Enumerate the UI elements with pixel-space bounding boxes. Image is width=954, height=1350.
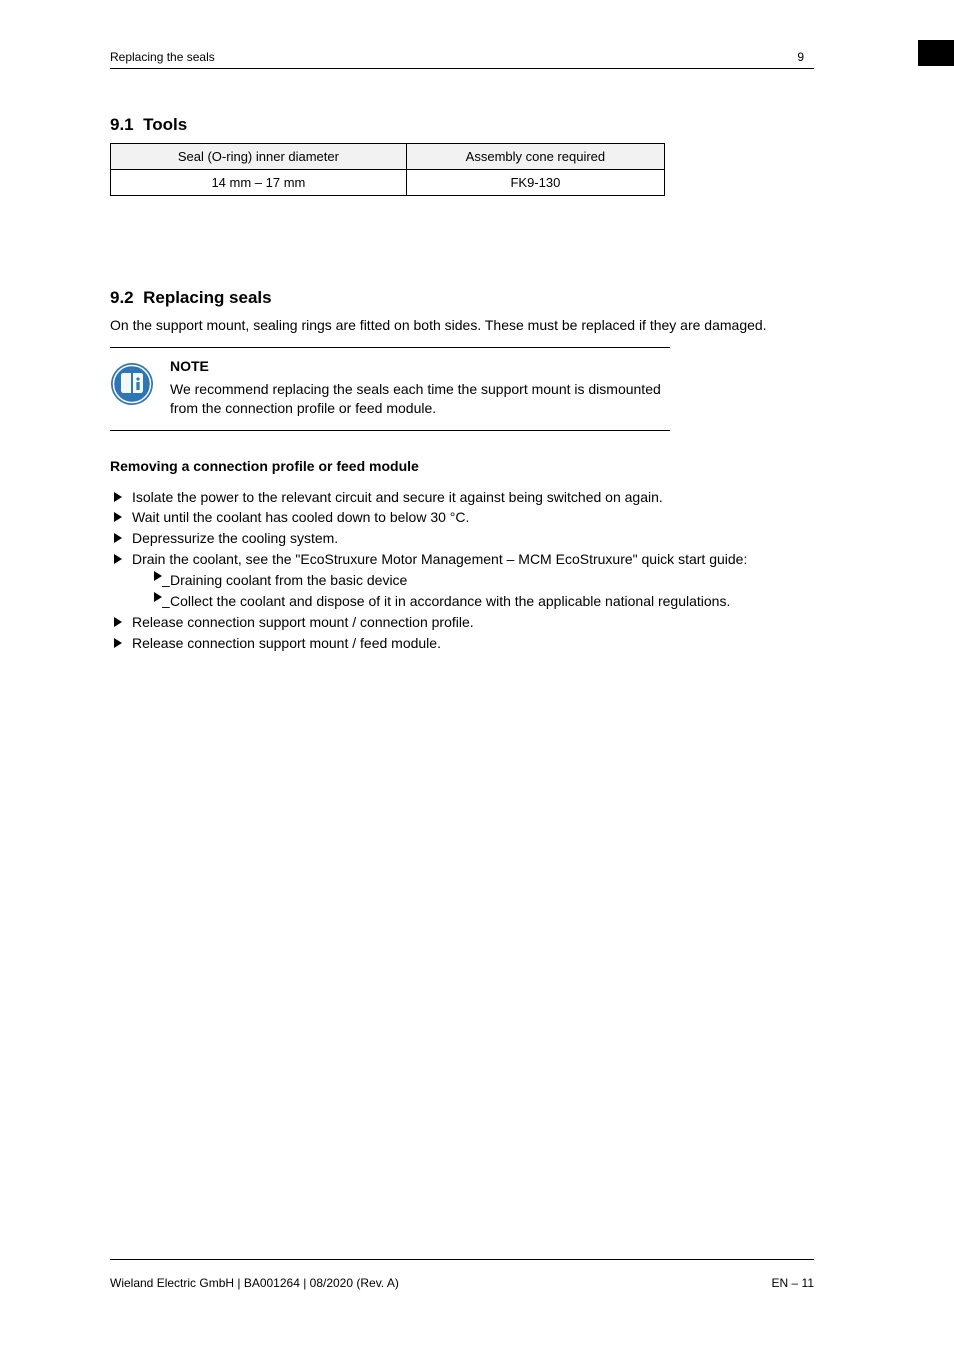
footer-right: EN – 11: [772, 1276, 814, 1290]
tools-table: Seal (O-ring) inner diameter Assembly co…: [110, 143, 665, 196]
list-item: Drain the coolant, see the "EcoStruxure …: [110, 550, 799, 611]
section-9-2-heading: 9.2 Replacing seals: [110, 288, 799, 308]
page-tab: [918, 40, 954, 66]
list-item: Collect the coolant and dispose of it in…: [154, 592, 799, 611]
table-header: Assembly cone required: [406, 144, 664, 170]
header-left: Replacing the seals: [110, 50, 215, 64]
table-cell: 14 mm – 17 mm: [111, 170, 407, 196]
note-title: NOTE: [170, 358, 209, 374]
list-item: Depressurize the cooling system.: [110, 529, 799, 548]
list-item: Release connection support mount / conne…: [110, 613, 799, 632]
table-row: 14 mm – 17 mm FK9-130: [111, 170, 665, 196]
running-footer: Wieland Electric GmbH | BA001264 | 08/20…: [110, 1276, 814, 1290]
procedure-list: Isolate the power to the relevant circui…: [110, 488, 799, 653]
note-text: We recommend replacing the seals each ti…: [170, 380, 670, 418]
list-item: Draining coolant from the basic device: [154, 571, 799, 590]
header-right: 9: [797, 50, 804, 64]
list-item: Isolate the power to the relevant circui…: [110, 488, 799, 507]
note-block: NOTE We recommend replacing the seals ea…: [110, 347, 670, 431]
running-header: Replacing the seals 9: [110, 50, 804, 64]
header-rule: [110, 68, 814, 69]
table-header: Seal (O-ring) inner diameter: [111, 144, 407, 170]
footer-rule: [110, 1259, 814, 1260]
section-9-1-heading: 9.1 Tools: [110, 115, 799, 135]
table-row: Seal (O-ring) inner diameter Assembly co…: [111, 144, 665, 170]
table-cell: FK9-130: [406, 170, 664, 196]
list-item: Release connection support mount / feed …: [110, 634, 799, 653]
body-text: On the support mount, sealing rings are …: [110, 316, 799, 335]
subheading: Removing a connection profile or feed mo…: [110, 457, 799, 476]
list-item: Wait until the coolant has cooled down t…: [110, 508, 799, 527]
footer-left: Wieland Electric GmbH | BA001264 | 08/20…: [110, 1276, 399, 1290]
sub-list: Draining coolant from the basic device C…: [154, 571, 799, 611]
main-content: 9.1 Tools Seal (O-ring) inner diameter A…: [110, 115, 799, 667]
manual-info-icon: [110, 362, 154, 406]
